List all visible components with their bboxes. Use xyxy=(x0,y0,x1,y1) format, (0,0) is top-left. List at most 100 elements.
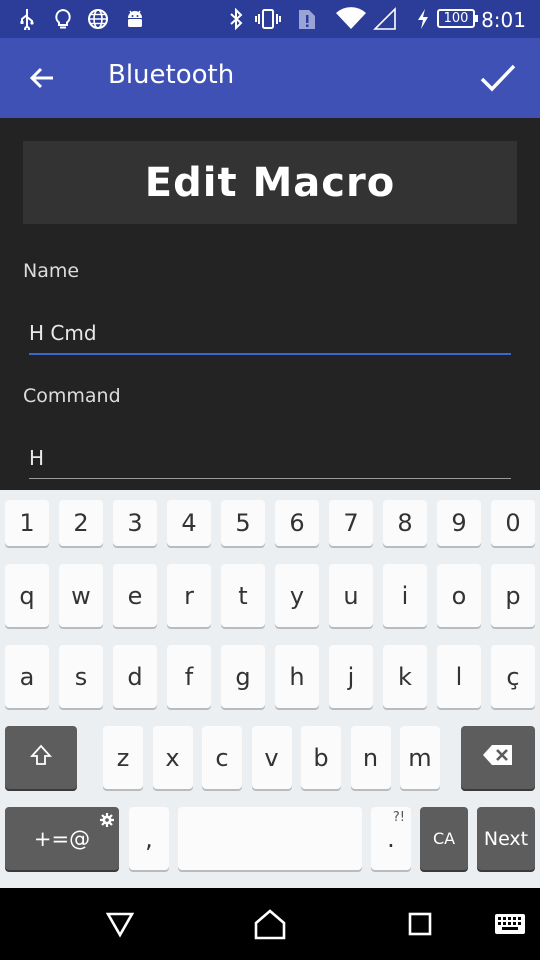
battery-indicator: 100 xyxy=(437,9,478,28)
key-g[interactable]: g xyxy=(221,645,265,708)
key-label: 5 xyxy=(235,509,251,537)
key-z[interactable]: z xyxy=(103,726,143,789)
key-label: m xyxy=(408,743,432,772)
key-i[interactable]: i xyxy=(383,564,427,627)
charging-icon xyxy=(414,7,432,31)
navigation-bar xyxy=(0,888,540,960)
key-n[interactable]: n xyxy=(350,726,391,789)
lightbulb-icon xyxy=(52,7,74,31)
key-y[interactable]: y xyxy=(275,564,319,627)
key-x[interactable]: x xyxy=(152,726,193,789)
vibrate-icon xyxy=(254,7,282,31)
space-key[interactable] xyxy=(178,807,362,870)
key-label: b xyxy=(313,743,329,772)
key-v[interactable]: v xyxy=(251,726,292,789)
key-label: 1 xyxy=(19,509,35,537)
key-b[interactable]: b xyxy=(301,726,341,789)
name-input[interactable]: H Cmd xyxy=(29,321,511,355)
key-6[interactable]: 6 xyxy=(275,500,319,546)
wifi-icon xyxy=(334,7,368,31)
key-5[interactable]: 5 xyxy=(221,500,265,546)
key-label: u xyxy=(343,581,359,610)
key-label: y xyxy=(289,581,305,610)
bluetooth-icon xyxy=(226,7,246,31)
key-d[interactable]: d xyxy=(113,645,157,708)
key-o[interactable]: o xyxy=(437,564,481,627)
key-m[interactable]: m xyxy=(400,726,440,789)
key-label: z xyxy=(116,743,130,772)
toolbar-title: Bluetooth xyxy=(108,60,235,90)
symbols-key[interactable]: +=@ xyxy=(5,807,119,870)
key-c[interactable]: c xyxy=(202,726,242,789)
page-header: Edit Macro xyxy=(23,141,517,224)
back-nav-icon[interactable] xyxy=(100,904,140,944)
key-label: g xyxy=(235,662,251,691)
key-w[interactable]: w xyxy=(59,564,103,627)
key-1[interactable]: 1 xyxy=(5,500,49,546)
key-label: a xyxy=(19,662,35,691)
key-e[interactable]: e xyxy=(113,564,157,627)
shift-key[interactable] xyxy=(5,726,77,789)
key-label: j xyxy=(347,662,355,691)
key-k[interactable]: k xyxy=(383,645,427,708)
key-label: k xyxy=(398,662,412,691)
language-key[interactable]: CA xyxy=(420,807,468,870)
key-3[interactable]: 3 xyxy=(113,500,157,546)
key-label: 4 xyxy=(181,509,197,537)
comma-key[interactable]: , xyxy=(129,807,169,870)
key-label: c xyxy=(215,743,229,772)
key-0[interactable]: 0 xyxy=(491,500,535,546)
alert-icon xyxy=(296,7,318,31)
symbols-key-label: +=@ xyxy=(33,826,91,851)
key-h[interactable]: h xyxy=(275,645,319,708)
key-q[interactable]: q xyxy=(5,564,49,627)
key-label: e xyxy=(127,581,143,610)
key-4[interactable]: 4 xyxy=(167,500,211,546)
command-input[interactable]: H xyxy=(29,446,511,479)
key-2[interactable]: 2 xyxy=(59,500,103,546)
period-key-label: . xyxy=(387,824,395,853)
key-r[interactable]: r xyxy=(167,564,211,627)
key-p[interactable]: p xyxy=(491,564,535,627)
key-j[interactable]: j xyxy=(329,645,373,708)
key-label: l xyxy=(455,662,463,691)
backspace-icon xyxy=(482,744,514,772)
clock: 8:01 xyxy=(481,8,526,32)
app-toolbar: Bluetooth xyxy=(0,38,540,118)
shift-icon xyxy=(29,743,53,773)
key-a[interactable]: a xyxy=(5,645,49,708)
key-u[interactable]: u xyxy=(329,564,373,627)
key-label: i xyxy=(401,581,409,610)
period-key[interactable]: . ?! xyxy=(371,807,411,870)
key-label: t xyxy=(238,581,248,610)
key-8[interactable]: 8 xyxy=(383,500,427,546)
key-label: x xyxy=(165,743,180,772)
key-label: 8 xyxy=(397,509,413,537)
key-label: o xyxy=(451,581,467,610)
key-s[interactable]: s xyxy=(59,645,103,708)
status-bar: 100 8:01 xyxy=(0,0,540,38)
key-f[interactable]: f xyxy=(167,645,211,708)
next-key[interactable]: Next xyxy=(477,807,535,870)
key-label: q xyxy=(19,581,35,610)
language-key-label: CA xyxy=(432,829,456,848)
key-l[interactable]: l xyxy=(437,645,481,708)
arrow-back-icon[interactable] xyxy=(22,58,62,98)
key-label: f xyxy=(184,662,194,691)
key-t[interactable]: t xyxy=(221,564,265,627)
key-label: h xyxy=(289,662,305,691)
check-icon[interactable] xyxy=(476,56,520,100)
key-9[interactable]: 9 xyxy=(437,500,481,546)
key-label: ç xyxy=(506,662,520,691)
key-label: r xyxy=(184,581,194,610)
usb-icon xyxy=(16,7,38,31)
key-ç[interactable]: ç xyxy=(491,645,535,708)
keyboard-switch-icon[interactable] xyxy=(490,904,530,944)
recents-nav-icon[interactable] xyxy=(400,904,440,944)
home-nav-icon[interactable] xyxy=(250,904,290,944)
signal-icon xyxy=(372,7,398,31)
key-7[interactable]: 7 xyxy=(329,500,373,546)
key-label: 7 xyxy=(343,509,359,537)
backspace-key[interactable] xyxy=(461,726,535,789)
period-key-hint: ?! xyxy=(392,810,405,825)
